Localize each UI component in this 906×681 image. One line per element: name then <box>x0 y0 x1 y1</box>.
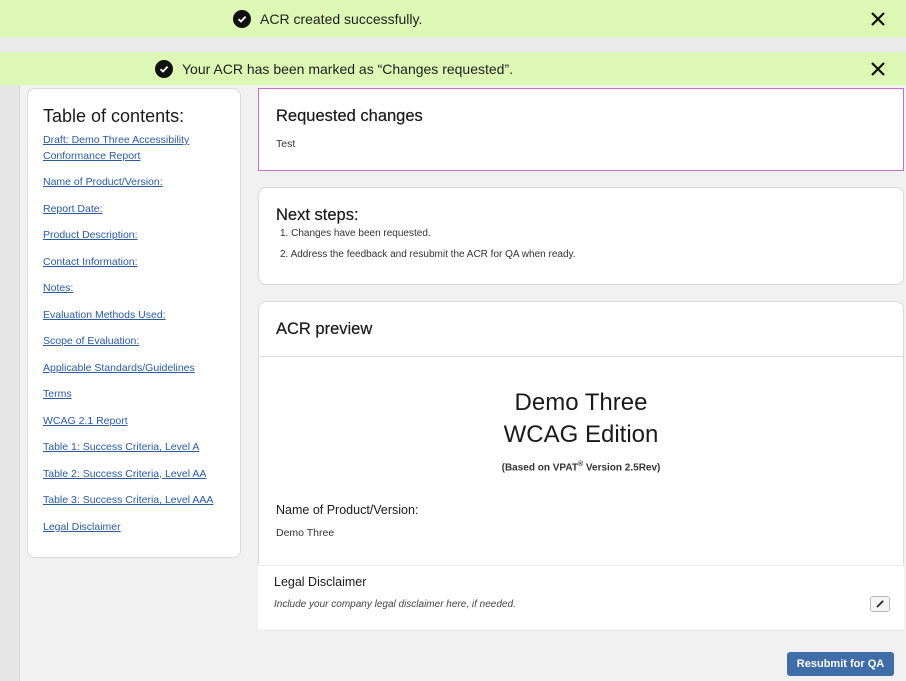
requested-changes-title: Requested changes <box>276 107 423 125</box>
vpat-version-note: (Based on VPAT® Version 2.5Rev) <box>501 461 661 474</box>
toc-link[interactable]: Product Description: <box>43 228 225 244</box>
acr-preview-header: ACR preview <box>259 302 903 357</box>
toc-link[interactable]: Notes: <box>43 281 225 297</box>
edit-button[interactable] <box>870 596 890 612</box>
toc-link[interactable]: Terms <box>43 387 225 403</box>
resubmit-for-qa-button[interactable]: Resubmit for QA <box>787 652 894 676</box>
toc-link[interactable]: Draft: Demo Three Accessibility Conforma… <box>43 133 225 164</box>
toc-link[interactable]: Legal Disclaimer <box>43 520 225 536</box>
pencil-icon <box>876 600 884 608</box>
next-step-item: 1. Changes have been requested. <box>280 228 431 239</box>
check-circle-icon <box>233 9 251 28</box>
success-banner: ACR created successfully. <box>0 0 906 37</box>
close-icon[interactable] <box>870 11 886 27</box>
legal-disclaimer-placeholder: Include your company legal disclaimer he… <box>274 599 516 610</box>
toc-link[interactable]: Contact Information: <box>43 255 225 271</box>
banner-divider <box>0 37 906 52</box>
toc-link[interactable]: Evaluation Methods Used: <box>43 308 225 324</box>
status-banner: Your ACR has been marked as “Changes req… <box>0 52 906 85</box>
toc-link[interactable]: Table 3: Success Criteria, Level AAA <box>43 493 225 509</box>
table-of-contents: Table of contents: Draft: Demo Three Acc… <box>27 88 241 558</box>
next-steps-list: 1. Changes have been requested. 2. Addre… <box>276 228 886 260</box>
toc-link[interactable]: Applicable Standards/Guidelines <box>43 361 225 377</box>
banner-message: ACR created successfully. <box>260 10 423 27</box>
legal-disclaimer-title: Legal Disclaimer <box>274 575 367 589</box>
close-icon[interactable] <box>870 61 886 77</box>
toc-link[interactable]: Table 2: Success Criteria, Level AA <box>43 467 225 483</box>
next-steps-card: Next steps: 1. Changes have been request… <box>258 187 904 285</box>
next-step-item: 2. Address the feedback and resubmit the… <box>280 249 576 260</box>
left-rail <box>0 85 20 681</box>
document-title: Demo Three WCAG Edition <box>503 389 659 448</box>
check-circle-icon <box>155 59 173 78</box>
acr-preview-title: ACR preview <box>276 320 373 338</box>
product-version-value: Demo Three <box>276 527 335 540</box>
next-steps-title: Next steps: <box>276 206 359 224</box>
toc-link[interactable]: Report Date: <box>43 202 225 218</box>
toc-link[interactable]: Table 1: Success Criteria, Level A <box>43 440 225 456</box>
requested-changes-text: Test <box>276 138 296 150</box>
toc-link[interactable]: Name of Product/Version: <box>43 175 225 191</box>
banner-message: Your ACR has been marked as “Changes req… <box>182 60 514 77</box>
toc-link[interactable]: Scope of Evaluation: <box>43 334 225 350</box>
requested-changes-card: Requested changes Test <box>258 88 904 171</box>
toc-title: Table of contents: <box>43 106 185 126</box>
product-version-label: Name of Product/Version: <box>276 503 419 518</box>
toc-link[interactable]: WCAG 2.1 Report <box>43 414 225 430</box>
legal-disclaimer-section: Legal Disclaimer Include your company le… <box>258 565 904 629</box>
